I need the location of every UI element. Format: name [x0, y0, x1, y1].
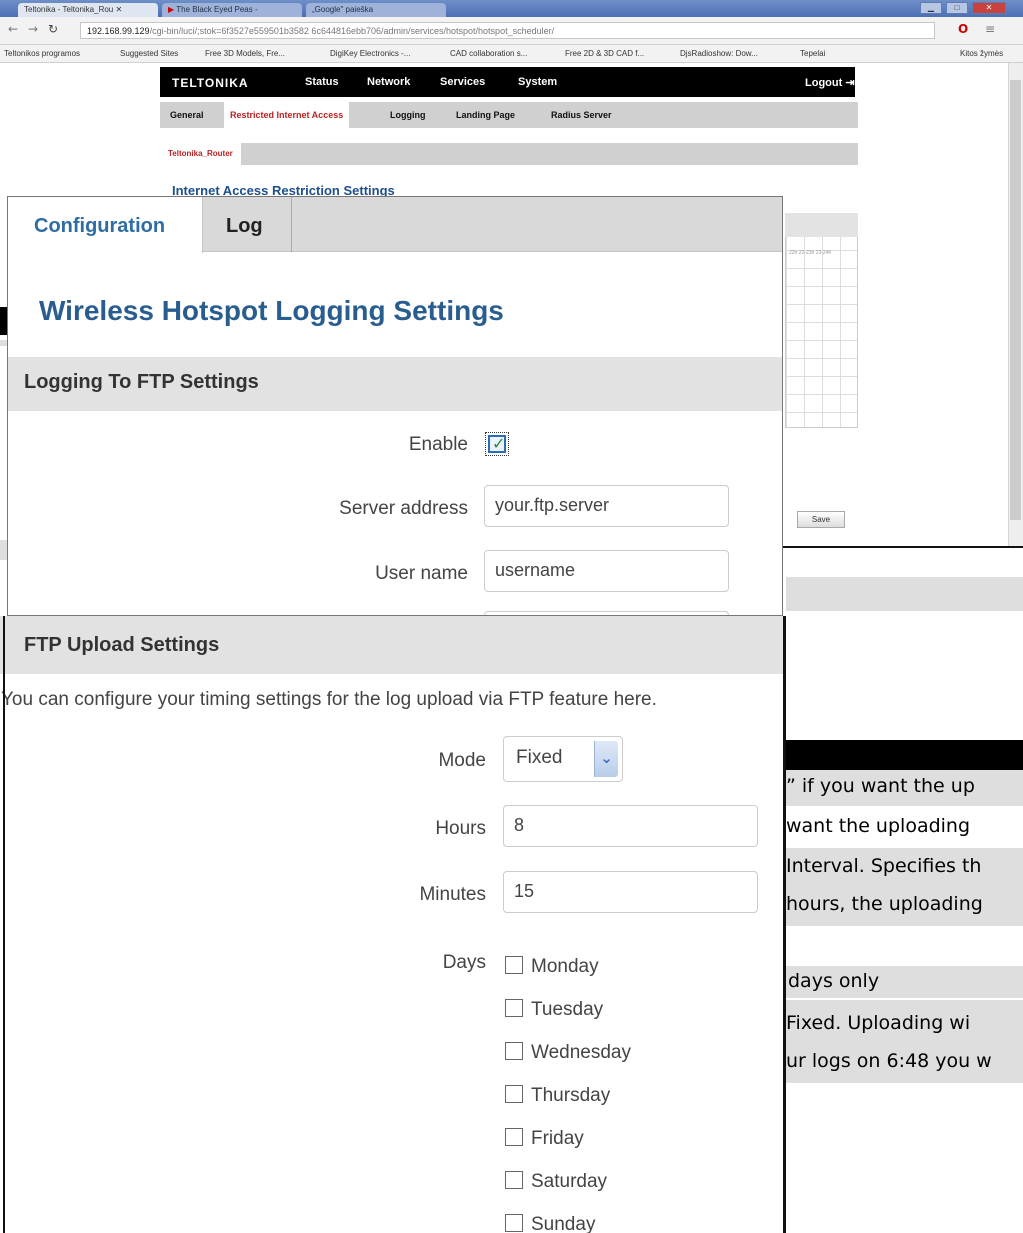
- day-checkbox[interactable]: [505, 956, 523, 974]
- minutes-label: Minutes: [419, 884, 486, 905]
- day-checkbox[interactable]: [505, 1214, 523, 1232]
- browser-tab-google[interactable]: „Google" paieška: [306, 3, 446, 17]
- reload-icon[interactable]: ↻: [48, 22, 58, 36]
- ftp-logging-section-header: Logging To FTP Settings: [8, 357, 782, 411]
- tab-general[interactable]: General: [170, 110, 204, 120]
- ftp-upload-description: You can configure your timing settings f…: [1, 689, 657, 710]
- document-text: days only: [788, 970, 880, 992]
- opera-icon[interactable]: O: [958, 22, 968, 36]
- day-checkbox[interactable]: [505, 1171, 523, 1189]
- server-address-label: Server address: [339, 498, 468, 519]
- bookmark-folder[interactable]: Kitos žymės: [960, 49, 1003, 58]
- document-text: hours, the uploading: [786, 893, 983, 915]
- subtab-teltonika-router[interactable]: Teltonika_Router: [160, 143, 241, 165]
- document-text: ur logs on 6:48 you w: [786, 1050, 992, 1072]
- document-text: Interval. Specifies th: [786, 855, 982, 877]
- minutes-input[interactable]: 15: [503, 871, 758, 913]
- day-option-saturday[interactable]: Saturday: [505, 1171, 607, 1193]
- browser-scrollbar-thumb[interactable]: [1010, 80, 1021, 520]
- bookmark-item[interactable]: Free 3D Models, Fre...: [205, 49, 285, 58]
- bookmark-item[interactable]: Free 2D & 3D CAD f...: [565, 49, 644, 58]
- server-address-input[interactable]: your.ftp.server: [484, 485, 729, 527]
- enable-label: Enable: [408, 434, 468, 455]
- nav-status[interactable]: Status: [305, 76, 339, 88]
- minimize-window-button[interactable]: ▁: [920, 2, 942, 14]
- day-checkbox[interactable]: [505, 1128, 523, 1146]
- tab-restricted-internet-access[interactable]: Restricted Internet Access: [224, 102, 350, 128]
- username-label: User name: [375, 563, 468, 584]
- hours-label: Hours: [435, 818, 486, 839]
- enable-checkbox[interactable]: ✓: [485, 432, 509, 456]
- panel-left-border: [3, 616, 5, 1233]
- nav-system[interactable]: System: [518, 76, 557, 88]
- document-text: want the uploading: [786, 815, 971, 837]
- address-bar[interactable]: 192.168.99.129/cgi-bin/luci/;stok=6f3527…: [80, 22, 935, 39]
- browser-tab-teltonika[interactable]: Teltonika - Teltonika_Rou ✕: [18, 3, 158, 17]
- tab-radius-server[interactable]: Radius Server: [551, 110, 612, 120]
- day-option-tuesday[interactable]: Tuesday: [505, 999, 603, 1021]
- day-option-thursday[interactable]: Thursday: [505, 1085, 610, 1107]
- bookmark-item[interactable]: DjsRadioshow: Dow...: [680, 49, 758, 58]
- nav-services[interactable]: Services: [440, 76, 485, 88]
- day-checkbox[interactable]: [505, 999, 523, 1017]
- bookmarks-bar: Teltonikos programos Suggested Sites Fre…: [0, 45, 1023, 63]
- save-button[interactable]: Save: [797, 511, 845, 528]
- day-option-monday[interactable]: Monday: [505, 956, 599, 978]
- days-label: Days: [442, 952, 486, 973]
- hours-input[interactable]: 8: [503, 805, 758, 847]
- mode-selected-value: Fixed: [516, 747, 563, 768]
- schedule-hours-label: 22h 22-23h 23-24h: [789, 250, 832, 256]
- day-checkbox[interactable]: [505, 1042, 523, 1060]
- bookmark-item[interactable]: DigiKey Electronics -...: [330, 49, 410, 58]
- teltonika-logo: TELTONIKA: [172, 76, 249, 90]
- schedule-grid[interactable]: [785, 213, 858, 428]
- document-gray-band: [786, 577, 1023, 611]
- forward-arrow-icon[interactable]: →: [28, 22, 38, 36]
- teltonika-subtabs: Teltonika_Router: [160, 143, 858, 165]
- bookmark-item[interactable]: CAD collaboration s...: [450, 49, 527, 58]
- bookmark-item[interactable]: Suggested Sites: [120, 49, 178, 58]
- teltonika-top-nav: TELTONIKA Status Network Services System…: [160, 67, 855, 97]
- day-option-sunday[interactable]: Sunday: [505, 1214, 595, 1233]
- document-text: ” if you want the up: [786, 775, 975, 797]
- browser-tab-youtube[interactable]: ▶ The Black Eyed Peas -: [162, 3, 302, 17]
- back-arrow-icon[interactable]: ←: [8, 22, 18, 36]
- bookmark-item[interactable]: Teltonikos programos: [4, 49, 80, 58]
- teltonika-tabs: General Restricted Internet Access Loggi…: [160, 102, 858, 128]
- tab-logging[interactable]: Logging: [390, 110, 426, 120]
- close-window-button[interactable]: ✕: [972, 2, 1006, 14]
- logout-link[interactable]: Logout ⇥: [805, 76, 855, 89]
- screenshot-border: [783, 546, 1023, 548]
- browser-tab-bar: Teltonika - Teltonika_Rou ✕ ▶ The Black …: [0, 0, 1023, 17]
- day-option-friday[interactable]: Friday: [505, 1128, 584, 1150]
- nav-network[interactable]: Network: [367, 76, 410, 88]
- day-checkbox[interactable]: [505, 1085, 523, 1103]
- tab-configuration[interactable]: Configuration: [8, 197, 203, 253]
- tab-landing-page[interactable]: Landing Page: [456, 110, 515, 120]
- ftp-upload-settings-panel: FTP Upload Settings You can configure yo…: [0, 616, 786, 1233]
- logging-settings-panel: Configuration Log Wireless Hotspot Loggi…: [7, 196, 783, 616]
- day-option-wednesday[interactable]: Wednesday: [505, 1042, 631, 1064]
- username-input[interactable]: username: [484, 550, 729, 592]
- maximize-window-button[interactable]: □: [946, 2, 968, 14]
- ftp-upload-section-header: FTP Upload Settings: [0, 616, 783, 674]
- tab-log[interactable]: Log: [204, 197, 292, 252]
- checkmark-icon: ✓: [492, 434, 506, 453]
- schedule-grid-header: [785, 213, 858, 237]
- chevron-down-icon[interactable]: ⌄: [594, 741, 618, 777]
- mode-select[interactable]: Fixed ⌄: [503, 736, 623, 782]
- page-title: Wireless Hotspot Logging Settings: [39, 295, 504, 326]
- document-text: Fixed. Uploading wi: [786, 1012, 971, 1034]
- mode-label: Mode: [438, 750, 486, 771]
- bookmark-item[interactable]: Tepelai: [800, 49, 825, 58]
- menu-icon[interactable]: ≡: [985, 22, 995, 36]
